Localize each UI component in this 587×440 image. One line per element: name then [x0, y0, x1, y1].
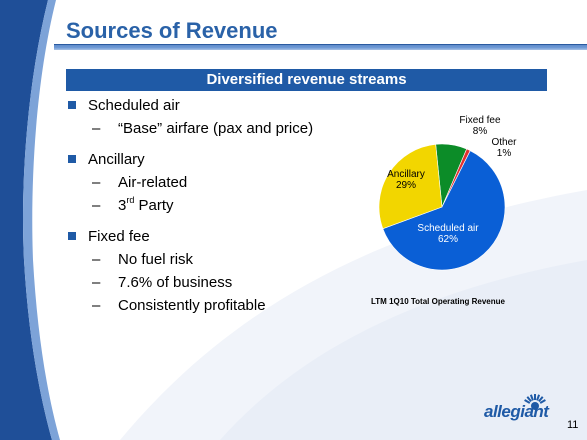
slice-percent-label: 62% — [438, 234, 458, 245]
bullet-item: Ancillary — [68, 150, 368, 169]
third-party-ordinal: rd — [126, 195, 135, 205]
company-logo: allegiant — [484, 402, 549, 421]
sub-bullet-text: 3rd Party — [118, 195, 174, 215]
dash-icon: – — [92, 274, 101, 291]
sub-bullet-text: Consistently profitable — [118, 297, 266, 314]
bullet-text: Fixed fee — [88, 228, 150, 245]
dash-icon: – — [92, 251, 101, 268]
bullet-item: Scheduled air — [68, 96, 368, 115]
sub-bullet-text: 7.6% of business — [118, 274, 233, 291]
slice-percent-label: 8% — [473, 126, 488, 137]
revenue-pie-chart: Scheduled air62% Ancillary29% Fixed fee8%O… — [378, 115, 517, 271]
bullet-item: Fixed fee — [68, 227, 368, 246]
slice-label: Scheduled air — [417, 223, 479, 234]
bullet-text: Ancillary — [88, 151, 145, 168]
slice-percent-label: 29% — [396, 180, 416, 191]
dash-icon: – — [92, 174, 101, 191]
bullet-square-icon — [68, 101, 76, 109]
bullet-square-icon — [68, 232, 76, 240]
sub-bullet-item: – No fuel risk — [68, 250, 368, 269]
dash-icon: – — [92, 197, 101, 214]
sub-bullet-item: – Air-related — [68, 173, 368, 192]
slice-label: Fixed fee — [459, 115, 501, 126]
sub-bullet-text: “Base” airfare (pax and price) — [118, 120, 314, 137]
sub-bullet-text: Air-related — [118, 174, 188, 191]
bullet-text: Scheduled air — [88, 97, 180, 114]
title-underline — [54, 44, 587, 50]
dash-icon: – — [92, 120, 101, 137]
sub-bullet-item: – 3rd Party — [68, 196, 368, 215]
sub-bullet-item: – 7.6% of business — [68, 273, 368, 292]
third-party-word: Party — [134, 197, 174, 214]
bullet-list: Scheduled air – “Base” airfare (pax and … — [68, 96, 368, 319]
sub-bullet-item: – “Base” airfare (pax and price) — [68, 119, 368, 138]
slice-percent-label: 1% — [497, 148, 512, 159]
bullet-square-icon — [68, 155, 76, 163]
slide-title: Sources of Revenue — [66, 18, 278, 43]
section-banner: Diversified revenue streams — [66, 69, 547, 91]
dash-icon: – — [92, 297, 101, 314]
chart-title: LTM 1Q10 Total Operating Revenue — [371, 297, 505, 306]
sub-bullet-text: No fuel risk — [118, 251, 194, 268]
sub-bullet-item: – Consistently profitable — [68, 296, 368, 315]
slice-label: Ancillary — [387, 169, 425, 180]
page-number: 11 — [567, 419, 579, 431]
slice-label: Other — [491, 137, 517, 148]
